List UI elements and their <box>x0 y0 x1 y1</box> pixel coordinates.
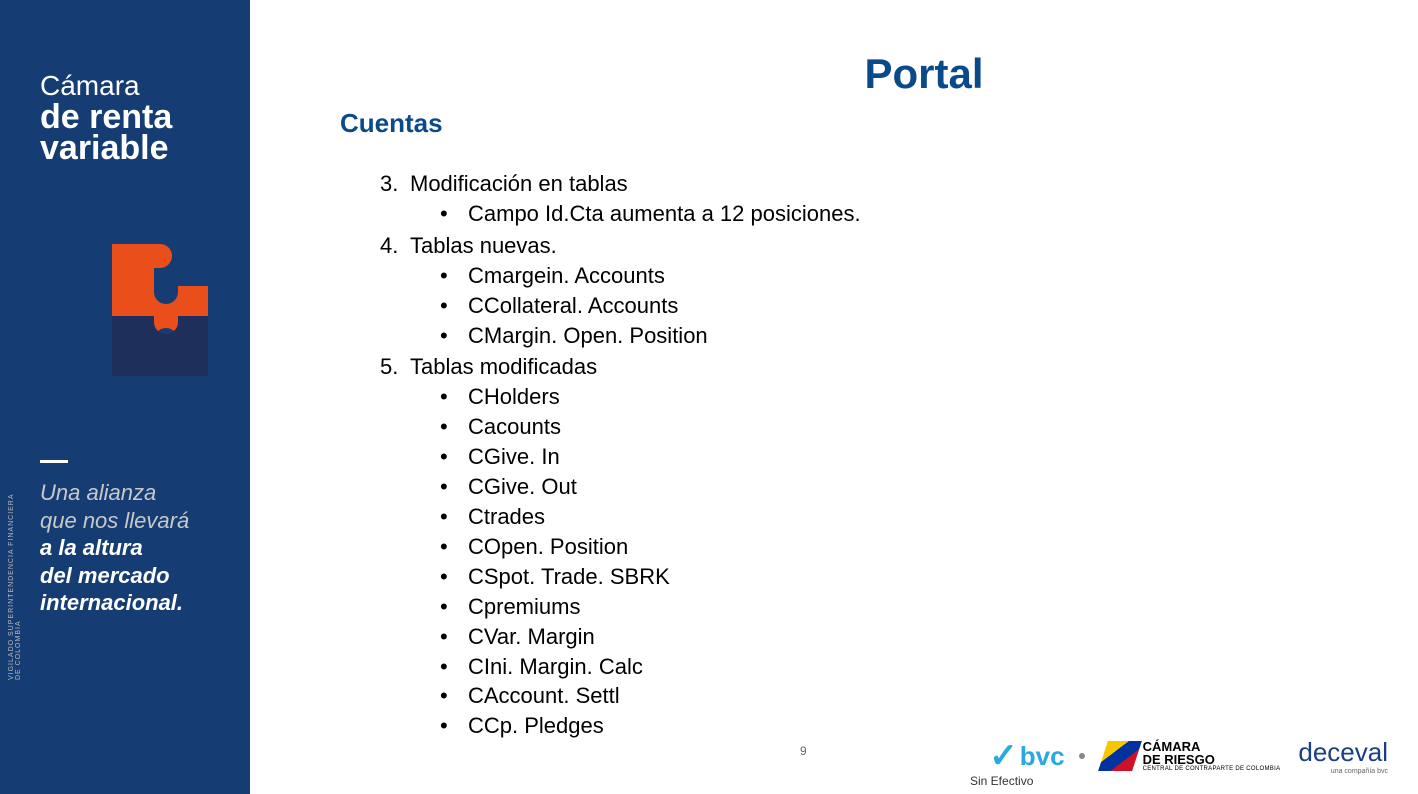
bullet-item: Cacounts <box>440 412 1388 442</box>
bvc-text: bvc <box>1020 741 1065 772</box>
colombia-flag-icon <box>1098 741 1142 771</box>
bullet-item: CSpot. Trade. SBRK <box>440 562 1388 592</box>
camara-line-3: CENTRAL DE CONTRAPARTE DE COLOMBIA <box>1143 766 1281 772</box>
item-text: Modificación en tablas <box>410 171 628 196</box>
tagline-line-5: internacional. <box>40 590 183 615</box>
bullet-list: Cmargein. AccountsCCollateral. AccountsC… <box>440 261 1388 351</box>
item-number: 5. <box>380 352 410 382</box>
item-number: 4. <box>380 231 410 261</box>
camara-line-2: DE RIESGO <box>1143 752 1215 767</box>
footer-logos: ✓ bvc CÁMARA DE RIESGO CENTRAL DE CONTRA… <box>989 736 1388 776</box>
bullet-item: CAccount. Settl <box>440 681 1388 711</box>
bvc-logo: ✓ bvc <box>989 736 1084 776</box>
logo-line-3: variable <box>40 129 172 168</box>
bullet-item: CVar. Margin <box>440 622 1388 652</box>
sidebar-tagline: Una alianza que nos llevará a la altura … <box>40 490 189 617</box>
vigilado-text: VIGILADO SUPERINTENDENCIA FINANCIERA DE … <box>8 480 22 680</box>
camara-riesgo-logo: CÁMARA DE RIESGO CENTRAL DE CONTRAPARTE … <box>1103 740 1281 772</box>
bullet-item: CGive. Out <box>440 472 1388 502</box>
tagline-line-4: del mercado <box>40 563 170 588</box>
bullet-item: Ctrades <box>440 502 1388 532</box>
page-title: Portal <box>460 50 1388 98</box>
bullet-item: CMargin. Open. Position <box>440 321 1388 351</box>
bullet-item: Campo Id.Cta aumenta a 12 posiciones. <box>440 199 1388 229</box>
puzzle-icon <box>100 230 220 390</box>
tagline-line-2: que nos llevará <box>40 508 189 533</box>
bullet-item: COpen. Position <box>440 532 1388 562</box>
main-content: Portal Cuentas 3.Modificación en tablas C… <box>340 50 1388 774</box>
bullet-item: CCollateral. Accounts <box>440 291 1388 321</box>
bullet-item: CGive. In <box>440 442 1388 472</box>
deceval-logo: deceval una compañía bvc <box>1298 737 1388 775</box>
bullet-item: CHolders <box>440 382 1388 412</box>
content-list: 3.Modificación en tablas Campo Id.Cta aum… <box>380 169 1388 741</box>
deceval-text: deceval <box>1298 737 1388 767</box>
bullet-list: Campo Id.Cta aumenta a 12 posiciones. <box>440 199 1388 229</box>
list-item: 4.Tablas nuevas. Cmargein. AccountsCColla… <box>380 231 1388 351</box>
item-text: Tablas nuevas. <box>410 233 557 258</box>
deceval-subtext: una compañía bvc <box>1298 768 1388 775</box>
bvc-check-icon: ✓ <box>989 736 1018 776</box>
sidebar-logo: Cámara de renta variable <box>40 70 172 168</box>
item-text: Tablas modificadas <box>410 354 597 379</box>
list-item: 3.Modificación en tablas Campo Id.Cta aum… <box>380 169 1388 229</box>
bullet-item: CIni. Margin. Calc <box>440 652 1388 682</box>
sin-efectivo-label: Sin Efectivo <box>970 774 1033 788</box>
tagline-line-1: Una alianza <box>40 480 156 505</box>
bullet-item: Cmargein. Accounts <box>440 261 1388 291</box>
separator-dot-icon <box>1079 753 1085 759</box>
tagline-line-3: a la altura <box>40 535 143 560</box>
bullet-list: CHoldersCacountsCGive. InCGive. OutCtrad… <box>440 382 1388 741</box>
page-number: 9 <box>800 744 807 758</box>
item-number: 3. <box>380 169 410 199</box>
page-subtitle: Cuentas <box>340 108 1388 139</box>
list-item: 5.Tablas modificadasCHoldersCacountsCGiv… <box>380 352 1388 741</box>
bullet-item: Cpremiums <box>440 592 1388 622</box>
sidebar-panel: Cámara de renta variable Una alianza que… <box>0 0 290 794</box>
sidebar-wave-shape <box>250 0 290 794</box>
